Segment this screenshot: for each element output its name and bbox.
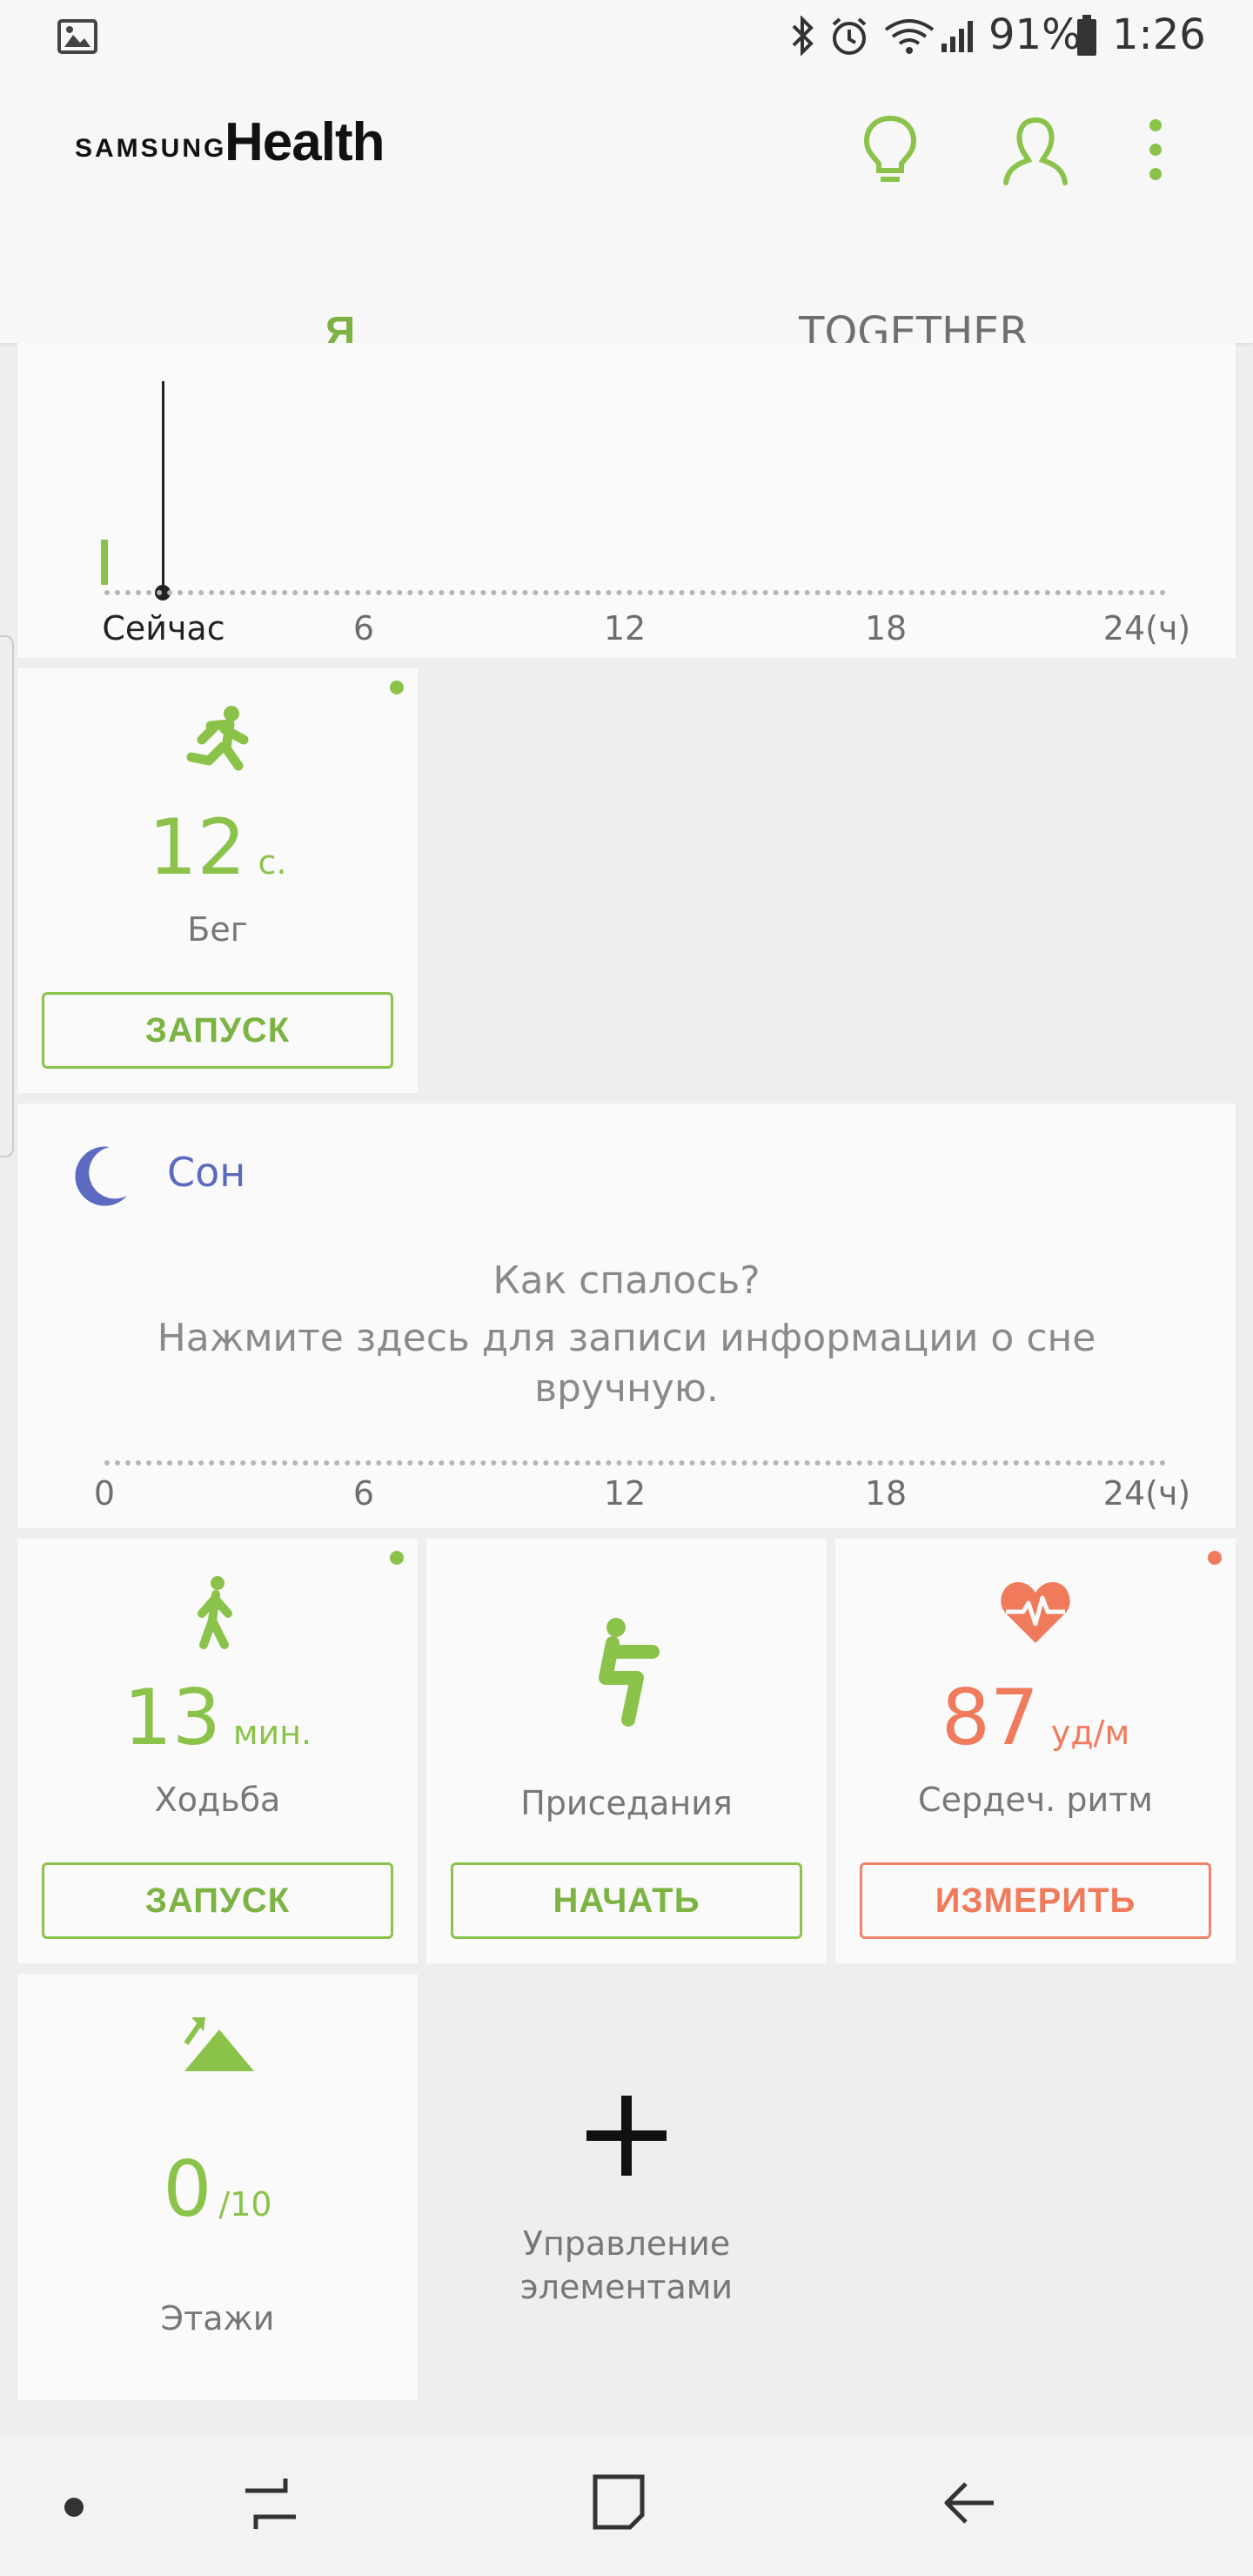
home-icon[interactable] <box>590 2472 647 2532</box>
sleep-axis-label-0: 0 <box>93 1474 116 1513</box>
edge-panel-handle[interactable] <box>0 635 14 1157</box>
squats-label: Приседания <box>520 1784 733 1822</box>
walking-icon <box>198 1576 232 1649</box>
floors-metric: 0/10 <box>163 2144 271 2234</box>
back-icon[interactable] <box>941 2477 999 2529</box>
axis-label-12: 12 <box>603 609 647 647</box>
running-icon <box>186 706 249 771</box>
clock-time: 1:26 <box>1112 10 1206 59</box>
manage-items-label-line1: Управление <box>522 2224 731 2263</box>
sleep-card[interactable]: Сон Как спалось? Нажмите здесь для запис… <box>17 1104 1236 1528</box>
heart-rate-value: 87 <box>941 1673 1039 1762</box>
moon-icon <box>75 1146 127 1206</box>
running-card[interactable]: 12 с. Бег ЗАПУСК <box>17 668 418 1093</box>
bluetooth-icon <box>792 16 814 56</box>
heart-rate-metric: 87 уд/м <box>941 1673 1129 1762</box>
battery-percent: 91% <box>988 10 1082 59</box>
squats-start-button[interactable]: НАЧАТЬ <box>451 1862 802 1939</box>
recent-apps-icon[interactable] <box>240 2473 301 2534</box>
floors-card[interactable]: 0/10 Этажи <box>17 1974 418 2400</box>
axis-label-24: 24(ч) <box>1102 609 1191 647</box>
walking-metric: 13 мин. <box>124 1673 312 1762</box>
status-dot <box>390 1551 404 1565</box>
heart-rate-unit: уд/м <box>1050 1714 1130 1752</box>
squat-icon <box>599 1618 660 1727</box>
sleep-axis-label-12: 12 <box>603 1474 647 1513</box>
activity-bar <box>101 540 108 585</box>
brand-health: Health <box>224 112 385 172</box>
lightbulb-icon[interactable] <box>860 113 921 191</box>
running-unit: с. <box>258 843 287 882</box>
heart-rate-measure-button[interactable]: ИЗМЕРИТЬ <box>860 1862 1211 1939</box>
running-start-button[interactable]: ЗАПУСК <box>42 992 393 1069</box>
squats-card[interactable]: Приседания НАЧАТЬ <box>426 1539 827 1963</box>
status-dot <box>390 681 404 694</box>
image-icon <box>57 19 97 54</box>
wifi-icon <box>884 19 935 54</box>
walking-start-button[interactable]: ЗАПУСК <box>42 1862 393 1939</box>
running-metric: 12 с. <box>149 802 287 892</box>
heart-rate-icon <box>1001 1582 1070 1643</box>
sleep-axis <box>104 1460 1166 1466</box>
sleep-title: Сон <box>167 1149 246 1196</box>
activity-timeline-card[interactable]: Сейчас 6 12 18 24(ч) <box>17 343 1236 658</box>
plus-icon <box>586 2096 667 2176</box>
app-header: SAMSUNG Health Я TOGETHER <box>0 73 1253 411</box>
walking-label: Ходьба <box>154 1781 281 1819</box>
floors-goal: /10 <box>218 2185 272 2224</box>
nav-dot-icon[interactable] <box>64 2498 84 2517</box>
axis-label-now: Сейчас <box>102 609 225 647</box>
brand-samsung: SAMSUNG <box>75 134 227 163</box>
more-options-icon[interactable] <box>1142 117 1169 183</box>
sleep-axis-label-18: 18 <box>864 1474 908 1513</box>
sleep-axis-label-24: 24(ч) <box>1102 1474 1191 1513</box>
walking-unit: мин. <box>232 1714 312 1752</box>
running-label: Бег <box>187 910 248 949</box>
system-navigation-bar <box>0 2437 1253 2576</box>
floors-label: Этажи <box>160 2299 275 2338</box>
heart-rate-label: Сердеч. ритм <box>918 1781 1153 1819</box>
alarm-icon <box>832 17 867 55</box>
signal-icon <box>941 21 973 52</box>
status-bar: 91% 1:26 <box>0 0 1253 73</box>
axis-label-6: 6 <box>352 609 375 647</box>
floors-icon <box>184 2017 254 2071</box>
sleep-hint-line2: вручную. <box>534 1366 719 1411</box>
battery-icon <box>1077 15 1096 56</box>
floors-value: 0 <box>163 2144 212 2234</box>
running-value: 12 <box>148 802 246 892</box>
manage-items-label-line2: элементами <box>519 2268 734 2306</box>
profile-icon[interactable] <box>1001 113 1070 191</box>
axis-label-18: 18 <box>864 609 908 647</box>
walking-value: 13 <box>123 1673 221 1762</box>
now-marker-line <box>162 381 164 592</box>
sleep-hint-line1: Нажмите здесь для записи информации о сн… <box>157 1316 1096 1360</box>
status-dot <box>1208 1551 1222 1565</box>
sleep-prompt: Как спалось? <box>492 1258 761 1303</box>
timeline-axis <box>104 590 1166 595</box>
heart-rate-card[interactable]: 87 уд/м Сердеч. ритм ИЗМЕРИТЬ <box>835 1539 1236 1963</box>
manage-items-button[interactable]: Управление элементами <box>426 1974 827 2400</box>
sleep-axis-label-6: 6 <box>352 1474 375 1513</box>
walking-card[interactable]: 13 мин. Ходьба ЗАПУСК <box>17 1539 418 1963</box>
